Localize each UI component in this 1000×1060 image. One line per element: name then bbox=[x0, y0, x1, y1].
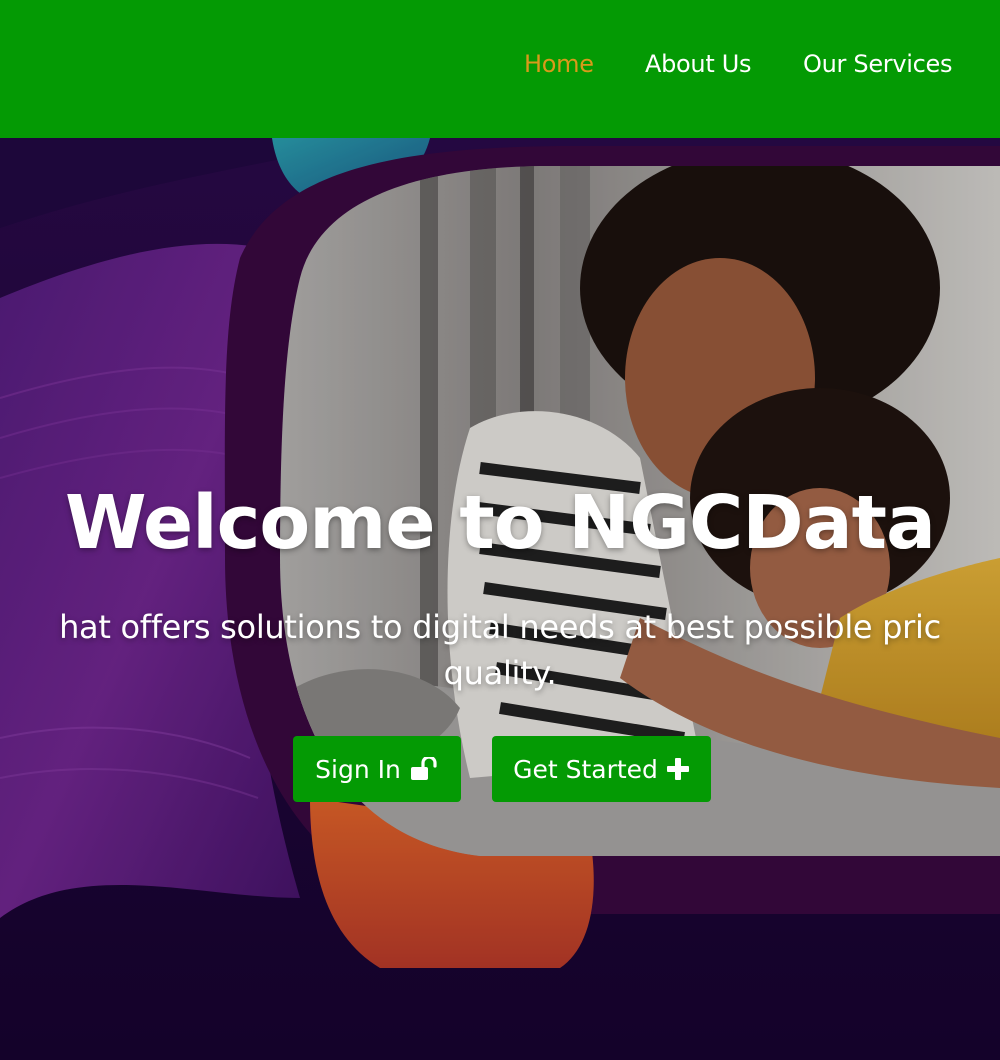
hero-background-illustration bbox=[0, 138, 1000, 1060]
sign-in-button[interactable]: Sign In bbox=[293, 736, 461, 802]
nav-home-link[interactable]: Home bbox=[524, 50, 594, 78]
unlock-icon bbox=[409, 757, 439, 781]
hero-subtitle-line-1: hat offers solutions to digital needs at… bbox=[59, 608, 941, 646]
nav-about-us-link[interactable]: About Us bbox=[645, 50, 752, 78]
get-started-button[interactable]: Get Started bbox=[492, 736, 711, 802]
nav-our-services-link[interactable]: Our Services bbox=[803, 50, 953, 78]
plus-icon bbox=[666, 757, 690, 781]
hero-subtitle-line-2: quality. bbox=[443, 654, 557, 692]
navbar: Home About Us Our Services bbox=[0, 0, 1000, 138]
get-started-button-label: Get Started bbox=[513, 754, 658, 784]
sign-in-button-label: Sign In bbox=[315, 754, 401, 784]
hero-subtitle: hat offers solutions to digital needs at… bbox=[0, 604, 1000, 696]
hero-section: Welcome to NGCData hat offers solutions … bbox=[0, 138, 1000, 1060]
hero-title: Welcome to NGCData bbox=[65, 480, 936, 566]
